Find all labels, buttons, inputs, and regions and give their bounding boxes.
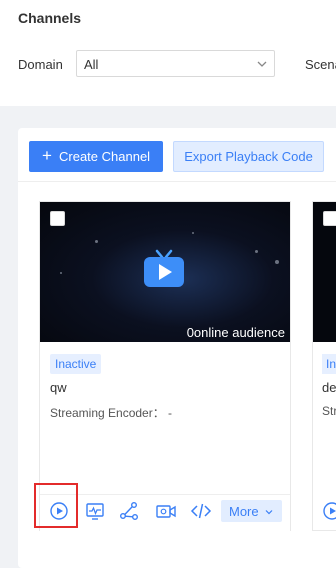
channel-name: de <box>322 380 336 395</box>
streaming-encoder-text: Streaming Encoder： - <box>50 406 173 420</box>
domain-select[interactable]: All <box>76 50 275 77</box>
export-playback-code-button[interactable]: Export Playback Code <box>173 141 324 172</box>
play-icon <box>323 502 336 520</box>
speck <box>95 240 98 243</box>
monitor-icon <box>86 503 104 520</box>
divider <box>18 181 336 182</box>
chevron-down-icon <box>265 510 273 515</box>
play-button[interactable] <box>321 500 336 522</box>
card-checkbox[interactable] <box>50 211 65 226</box>
domain-select-value: All <box>84 57 99 72</box>
speck <box>255 250 258 253</box>
status-badge: In <box>322 354 336 374</box>
page-title: Channels <box>18 10 82 26</box>
status-badge: Inactive <box>50 354 102 374</box>
create-channel-label: Create Channel <box>59 149 151 164</box>
create-channel-button[interactable]: + Create Channel <box>29 141 163 172</box>
tv-icon <box>144 249 184 287</box>
code-icon <box>190 503 212 519</box>
monitor-button[interactable] <box>84 500 106 522</box>
code-button[interactable] <box>190 500 212 522</box>
card-checkbox[interactable] <box>323 211 336 226</box>
channel-name: qw <box>50 380 67 395</box>
speck <box>275 260 279 264</box>
scene-label: Scena <box>305 57 336 72</box>
speck <box>192 232 194 234</box>
share-icon <box>120 502 138 520</box>
speck <box>60 272 62 274</box>
play-button-highlight <box>34 483 78 528</box>
domain-label: Domain <box>18 57 63 72</box>
chevron-down-icon <box>257 61 267 67</box>
camera-icon <box>156 505 176 518</box>
more-label: More <box>229 504 259 519</box>
share-button[interactable] <box>118 500 140 522</box>
audience-count: 0online audience <box>186 325 285 340</box>
plus-icon: + <box>42 146 52 165</box>
more-button[interactable]: More <box>221 500 282 522</box>
streaming-encoder-text: Str <box>322 404 336 418</box>
camera-button[interactable] <box>155 500 177 522</box>
